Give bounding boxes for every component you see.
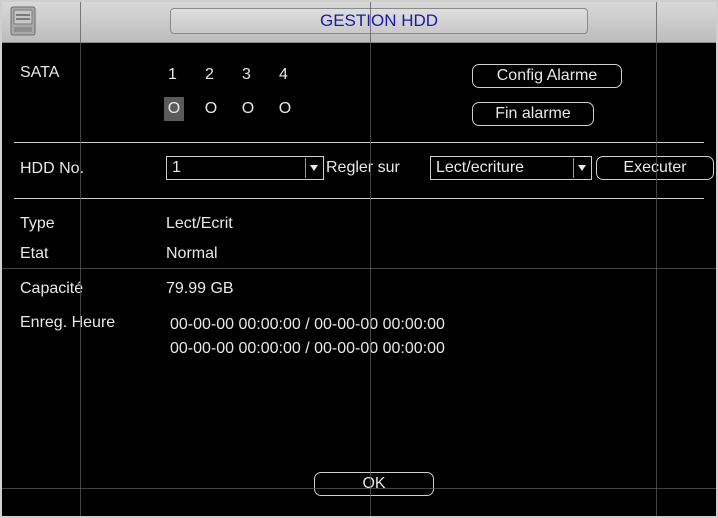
overlay-grid-line: [656, 2, 657, 516]
hdd-mode-value: Lect/ecriture: [436, 159, 525, 176]
hdd-number-label: HDD No.: [20, 160, 85, 177]
window-title: GESTION HDD: [170, 8, 588, 34]
hdd-number-select[interactable]: 1: [166, 156, 324, 180]
end-alarm-button[interactable]: Fin alarme: [472, 102, 594, 126]
chevron-down-icon[interactable]: [573, 158, 590, 178]
record-time-line: 00-00-00 00:00:00 / 00-00-00 00:00:00: [170, 340, 445, 357]
sata-port-indicator[interactable]: O: [201, 97, 221, 121]
capacity-label: Capacité: [20, 280, 84, 297]
title-bar: GESTION HDD: [2, 2, 716, 43]
sata-port-number: 3: [242, 66, 251, 83]
record-time-line: 00-00-00 00:00:00 / 00-00-00 00:00:00: [170, 316, 445, 333]
divider: [14, 142, 704, 143]
type-label: Type: [20, 215, 55, 232]
sata-port-indicator[interactable]: O: [164, 97, 184, 121]
overlay-grid-line: [2, 488, 716, 489]
chevron-down-icon[interactable]: [305, 158, 322, 178]
sata-label: SATA: [20, 64, 60, 81]
hdd-mode-select[interactable]: Lect/ecriture: [430, 156, 592, 180]
overlay-grid-line: [80, 2, 81, 516]
hdd-management-window: GESTION HDD SATA 1 2 3 4 O O O O Config …: [0, 0, 718, 518]
hdd-number-value: 1: [172, 159, 181, 176]
sata-port-indicator[interactable]: O: [275, 97, 295, 121]
sata-port-number: 1: [168, 66, 177, 83]
hard-drive-icon: [8, 5, 38, 37]
record-time-label: Enreg. Heure: [20, 314, 116, 331]
ok-button[interactable]: OK: [314, 472, 434, 496]
state-value: Normal: [166, 245, 218, 262]
capacity-value: 79.99 GB: [166, 280, 234, 297]
execute-button[interactable]: Executer: [596, 156, 714, 180]
sata-port-indicator[interactable]: O: [238, 97, 258, 121]
divider: [14, 198, 704, 199]
overlay-grid-line: [2, 268, 716, 269]
set-to-label: Regler sur: [326, 159, 400, 176]
config-alarm-button[interactable]: Config Alarme: [472, 64, 622, 88]
sata-port-number: 2: [205, 66, 214, 83]
type-value: Lect/Ecrit: [166, 215, 233, 232]
state-label: Etat: [20, 245, 49, 262]
sata-port-number: 4: [279, 66, 288, 83]
overlay-grid-line: [370, 2, 371, 516]
